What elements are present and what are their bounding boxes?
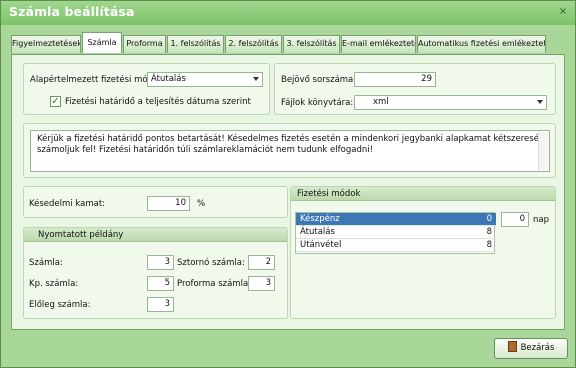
- payment-methods-group: Fizetési módok Készpénz 0 Átutalás 8 Utá…: [290, 186, 556, 319]
- tab-reminder-2[interactable]: 2. felszólítás: [225, 35, 282, 53]
- files-dir-label: Fájlok könyvtára:: [281, 98, 354, 108]
- close-button[interactable]: Bezárás: [494, 338, 568, 359]
- payment-method-name: Utánvétel: [300, 240, 342, 250]
- tab-warnings[interactable]: Figyelmeztetések: [11, 35, 81, 53]
- payment-days-input[interactable]: 0: [501, 212, 529, 227]
- payment-method-days: 0: [486, 214, 492, 224]
- door-icon: [507, 341, 517, 352]
- payment-method-days: 8: [486, 240, 492, 250]
- memo-box: Kérjük a fizetési határidő pontos betart…: [23, 123, 556, 178]
- list-item[interactable]: Utánvétel 8: [296, 239, 496, 252]
- interest-unit: %: [197, 199, 206, 209]
- invoice-copies-label: Számla:: [29, 258, 63, 268]
- advance-copies-label: Előleg számla:: [29, 300, 91, 310]
- title-bar: Számla beállítása ×: [1, 1, 575, 25]
- payment-method-name: Készpénz: [300, 214, 340, 224]
- close-icon[interactable]: ×: [557, 6, 569, 18]
- tab-invoice[interactable]: Számla: [82, 32, 122, 53]
- storno-copies-input[interactable]: 2: [248, 255, 275, 270]
- chevron-down-icon: [253, 77, 259, 81]
- proforma-copies-input[interactable]: 3: [248, 276, 275, 291]
- general-box: Alapértelmezett fizetési mód: Átutalás ✓…: [23, 63, 270, 115]
- interest-input[interactable]: 10: [147, 196, 190, 211]
- payment-method-label: Alapértelmezett fizetési mód:: [30, 75, 156, 85]
- window-title: Számla beállítása: [9, 4, 135, 19]
- cash-copies-label: Kp. számla:: [29, 279, 79, 289]
- list-item[interactable]: Átutalás 8: [296, 226, 496, 239]
- storno-copies-label: Sztornó számla:: [177, 258, 245, 268]
- advance-copies-input[interactable]: 3: [147, 297, 174, 312]
- invoice-copies-input[interactable]: 3: [147, 255, 174, 270]
- settings-window: Számla beállítása × Figyelmeztetések Szá…: [0, 0, 576, 368]
- incoming-serial-input[interactable]: 29: [354, 72, 436, 87]
- files-dir-select[interactable]: xml: [354, 95, 547, 110]
- tab-auto-payment-reminder[interactable]: Automatikus fizetési emlékeztető: [417, 35, 546, 53]
- memo-scrollbar[interactable]: [538, 132, 548, 170]
- incoming-serial-label: Bejövő sorszáma:: [281, 75, 357, 85]
- payment-methods-list[interactable]: Készpénz 0 Átutalás 8 Utánvétel 8: [295, 212, 496, 254]
- deadline-checkbox-label: Fizetési határidő a teljesítés dátuma sz…: [65, 97, 251, 107]
- payment-method-name: Átutalás: [300, 227, 335, 237]
- cash-copies-input[interactable]: 5: [147, 276, 174, 291]
- tab-email-reminder[interactable]: E-mail emlékeztető: [341, 35, 416, 53]
- tab-reminder-1[interactable]: 1. felszólítás: [167, 35, 224, 53]
- interest-label: Késedelmi kamat:: [29, 199, 106, 209]
- interest-box: Késedelmi kamat: 10 %: [23, 186, 288, 218]
- files-dir-value: xml: [373, 97, 389, 107]
- payment-days-unit: nap: [533, 215, 549, 225]
- close-button-label: Bezárás: [520, 343, 555, 353]
- payment-methods-title: Fizetési módok: [291, 187, 555, 201]
- tab-reminder-3[interactable]: 3. felszólítás: [283, 35, 340, 53]
- invoice-footer-text[interactable]: Kérjük a fizetési határidő pontos betart…: [30, 130, 550, 172]
- printed-copies-group: Nyomtatott példány Számla: 3 Sztornó szá…: [23, 227, 288, 319]
- payment-method-days: 8: [486, 227, 492, 237]
- proforma-copies-label: Proforma számla:: [177, 279, 252, 289]
- payment-method-value: Átutalás: [151, 74, 186, 84]
- list-item[interactable]: Készpénz 0: [296, 213, 496, 226]
- printed-copies-title: Nyomtatott példány: [24, 228, 287, 242]
- tab-panel: Alapértelmezett fizetési mód: Átutalás ✓…: [11, 54, 565, 330]
- serial-box: Bejövő sorszáma: 29 Fájlok könyvtára: xm…: [274, 63, 556, 115]
- invoice-footer-text-content: Kérjük a fizetési határidő pontos betart…: [37, 134, 543, 155]
- chevron-down-icon: [537, 100, 543, 104]
- tab-proforma[interactable]: Proforma: [123, 35, 166, 53]
- deadline-checkbox[interactable]: ✓: [50, 96, 61, 107]
- payment-method-select[interactable]: Átutalás: [147, 72, 263, 87]
